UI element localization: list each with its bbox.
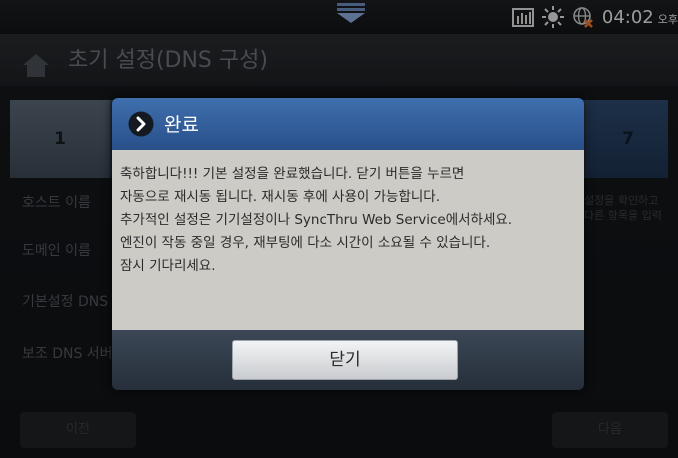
dialog-message-line: 잠시 기다리세요. — [120, 258, 216, 274]
dialog-message-line: 추가적인 설정은 기기설정이나 SyncThru Web Service에서하세… — [120, 212, 513, 228]
dialog-body: 축하합니다!!! 기본 설정을 완료했습니다. 닫기 버튼을 누르면 자동으로 … — [112, 150, 584, 330]
dialog-footer: 닫기 — [112, 330, 584, 390]
close-button[interactable]: 닫기 — [232, 340, 458, 380]
dialog-message-line: 축하합니다!!! 기본 설정을 완료했습니다. 닫기 버튼을 누르면 — [120, 166, 465, 182]
device-screen: 04:02 오후 초기 설정(DNS 구성) 1 7 호스트 이름 도메인 이름 … — [0, 0, 678, 458]
completion-dialog: 완료 축하합니다!!! 기본 설정을 완료했습니다. 닫기 버튼을 누르면 자동… — [112, 98, 584, 390]
dialog-title: 완료 — [164, 114, 199, 136]
dialog-header: 완료 — [112, 98, 584, 150]
dialog-message-line: 엔진이 작동 중일 경우, 재부팅에 다소 시간이 소요될 수 있습니다. — [120, 235, 491, 251]
dialog-message-line: 자동으로 재시동 됩니다. 재시동 후에 사용이 가능합니다. — [120, 189, 440, 205]
chevron-right-icon — [128, 111, 154, 137]
